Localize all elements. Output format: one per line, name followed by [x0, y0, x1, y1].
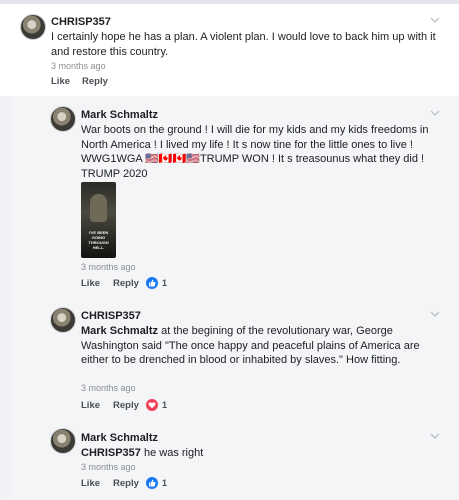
image-figure [90, 194, 107, 222]
like-button[interactable]: Like [81, 278, 100, 289]
avatar[interactable] [50, 307, 76, 333]
reaction-count[interactable]: 1 [162, 400, 167, 410]
reply-button[interactable]: Reply [113, 400, 139, 411]
chevron-down-icon[interactable] [430, 15, 440, 25]
comment-text: Mark Schmaltz at the begining of the rev… [81, 324, 436, 368]
comment-text: I certainly hope he has a plan. A violen… [51, 31, 436, 58]
comment-text: CHRISP357 he was right [81, 446, 436, 461]
comment-body: he was right [140, 447, 204, 459]
reaction-count[interactable]: 1 [162, 278, 167, 288]
comment-author[interactable]: CHRISP357 [81, 310, 141, 322]
chevron-down-icon[interactable] [430, 431, 440, 441]
comment-timestamp[interactable]: 3 months ago [51, 61, 106, 71]
reply-button[interactable]: Reply [82, 76, 108, 87]
like-button[interactable]: Like [81, 478, 100, 489]
comment-author[interactable]: CHRISP357 [51, 16, 111, 28]
reply-button[interactable]: Reply [113, 278, 139, 289]
comment-timestamp[interactable]: 3 months ago [81, 383, 136, 393]
comment-timestamp[interactable]: 3 months ago [81, 462, 136, 472]
comment-image[interactable]: I'VE BEEN GOING THROUGH HELL. [81, 182, 116, 258]
image-caption: I'VE BEEN GOING THROUGH HELL. [88, 230, 109, 250]
avatar[interactable] [50, 428, 76, 454]
chevron-down-icon[interactable] [430, 309, 440, 319]
like-icon[interactable] [146, 277, 158, 289]
avatar[interactable] [20, 14, 46, 40]
reaction-count[interactable]: 1 [162, 478, 167, 488]
mention-link[interactable]: Mark Schmaltz [81, 325, 158, 337]
like-button[interactable]: Like [51, 76, 70, 87]
comment-text: War boots on the ground ! I will die for… [81, 124, 429, 180]
comment-timestamp[interactable]: 3 months ago [81, 262, 136, 272]
mention-link[interactable]: CHRISP357 [81, 447, 141, 459]
avatar[interactable] [50, 106, 76, 132]
like-icon[interactable] [146, 477, 158, 489]
reply-button[interactable]: Reply [113, 478, 139, 489]
comment-author[interactable]: Mark Schmaltz [81, 109, 158, 121]
like-button[interactable]: Like [81, 400, 100, 411]
chevron-down-icon[interactable] [430, 108, 440, 118]
love-icon[interactable] [146, 399, 158, 411]
comment-author[interactable]: Mark Schmaltz [81, 432, 158, 444]
